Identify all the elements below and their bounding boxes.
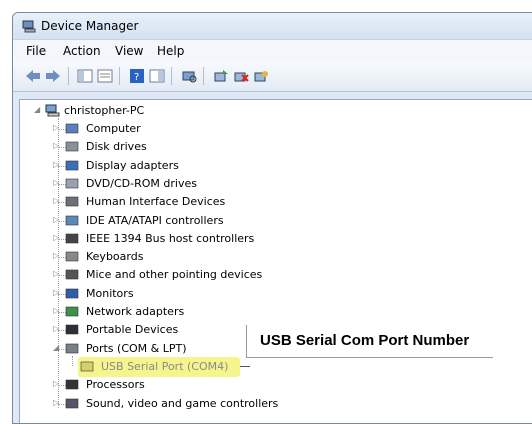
collapse-arrow-icon[interactable]: ◢ xyxy=(34,106,42,114)
tree-root[interactable]: ◢ christopher-PC xyxy=(34,102,234,120)
keyboard-icon xyxy=(65,251,79,262)
tree-item[interactable]: ▷ Human Interface Devices xyxy=(50,193,290,211)
expand-arrow-icon[interactable]: ▷ xyxy=(53,124,61,132)
tree-item-label: Monitors xyxy=(86,286,134,300)
tree-item-label: Portable Devices xyxy=(86,323,179,337)
mouse-icon xyxy=(65,270,79,280)
expand-arrow-icon[interactable]: ▷ xyxy=(53,142,61,150)
menu-help[interactable]: Help xyxy=(157,44,184,58)
tree-item-label: Human Interface Devices xyxy=(86,195,226,209)
tree-item-label: Network adapters xyxy=(86,305,185,318)
tree-item-label: IDE ATA/ATAPI controllers xyxy=(86,213,224,227)
show-hide-console-tree-icon[interactable] xyxy=(77,69,93,83)
ieee1394-icon xyxy=(65,233,79,244)
expand-arrow-icon[interactable]: ▷ xyxy=(53,160,61,169)
tree-item-label: DVD/CD-ROM drives xyxy=(86,176,197,190)
callout-box: USB Serial Com Port Number xyxy=(246,325,493,358)
port-icon xyxy=(65,343,79,353)
tree-item[interactable]: ▷ Keyboards xyxy=(50,248,290,266)
tree-item-label: Mice and other pointing devices xyxy=(86,268,263,282)
help-icon[interactable]: ? xyxy=(129,69,145,83)
expand-arrow-icon[interactable]: ▷ xyxy=(53,380,61,388)
collapse-arrow-icon[interactable]: ◢ xyxy=(53,343,61,352)
tree-item[interactable]: ▷ Display adapters xyxy=(50,157,290,175)
action-pane-icon[interactable] xyxy=(149,69,165,83)
tree-item-label: USB Serial Port (COM4) xyxy=(101,359,229,373)
toolbar-separator xyxy=(171,67,172,85)
tree-item[interactable]: ▷ IDE ATA/ATAPI controllers xyxy=(50,212,290,230)
expand-arrow-icon[interactable]: ▷ xyxy=(53,178,61,187)
uninstall-device-icon[interactable] xyxy=(253,69,269,83)
tree-item[interactable]: ▷ Disk drives xyxy=(50,138,290,156)
expand-arrow-icon[interactable]: ▷ xyxy=(53,215,61,224)
menu-file[interactable]: File xyxy=(26,44,46,58)
portable-device-icon xyxy=(65,324,79,335)
tree-item-label: Processors xyxy=(86,378,145,392)
expand-arrow-icon[interactable]: ▷ xyxy=(53,307,61,315)
tree-item-label: Disk drives xyxy=(86,140,147,154)
expand-arrow-icon[interactable]: ▷ xyxy=(53,398,61,407)
disable-device-icon[interactable] xyxy=(233,69,249,83)
update-driver-icon[interactable] xyxy=(213,69,229,83)
dvd-drive-icon xyxy=(65,178,79,189)
expand-arrow-icon[interactable]: ▷ xyxy=(53,252,61,260)
tree-item[interactable]: ▷ Computer xyxy=(50,120,290,138)
expand-arrow-icon[interactable]: ▷ xyxy=(53,270,61,278)
toolbar-separator xyxy=(119,67,120,85)
tree-item[interactable]: ▷ DVD/CD-ROM drives xyxy=(50,175,290,193)
properties-pane-icon[interactable] xyxy=(97,69,113,83)
computer-icon xyxy=(65,123,79,134)
device-manager-icon xyxy=(22,20,36,33)
computer-root-icon xyxy=(45,104,60,117)
usb-serial-port-icon xyxy=(80,361,94,372)
toolbar-separator xyxy=(203,67,204,85)
callout-pointer xyxy=(240,366,250,367)
expand-arrow-icon[interactable]: ▷ xyxy=(53,288,61,297)
tree-item-label: IEEE 1394 Bus host controllers xyxy=(86,231,255,245)
title-bar: Device Manager xyxy=(13,13,532,39)
menu-bar: File Action View Help xyxy=(13,39,532,62)
display-adapter-icon xyxy=(65,160,79,170)
ide-controller-icon xyxy=(65,215,79,225)
tree-item-label: Display adapters xyxy=(86,158,179,172)
tree-item-label: Computer xyxy=(86,122,141,135)
back-arrow-icon[interactable] xyxy=(25,69,41,83)
tree-item[interactable]: ▷ Monitors xyxy=(50,285,290,303)
tree-item-label: Keyboards xyxy=(86,250,144,264)
window-title: Device Manager xyxy=(41,19,139,33)
toolbar-separator xyxy=(68,67,69,85)
hid-icon xyxy=(65,196,79,207)
callout-label: USB Serial Com Port Number xyxy=(260,332,470,349)
menu-action[interactable]: Action xyxy=(63,44,101,58)
disk-drive-icon xyxy=(65,141,79,152)
scan-hardware-icon[interactable] xyxy=(181,69,197,83)
forward-arrow-icon[interactable] xyxy=(45,69,61,83)
svg-text:?: ? xyxy=(134,72,139,83)
tree-item[interactable]: ▷ Processors xyxy=(50,376,290,394)
expand-arrow-icon[interactable]: ▷ xyxy=(53,233,61,242)
tree-item[interactable]: ▷ Mice and other pointing devices xyxy=(50,266,290,284)
tree-root-label: christopher-PC xyxy=(64,104,145,117)
menu-view[interactable]: View xyxy=(115,44,143,58)
tree-item[interactable]: USB Serial Port (COM4) xyxy=(80,358,320,376)
expand-arrow-icon[interactable]: ▷ xyxy=(53,197,61,205)
monitor-icon xyxy=(65,288,79,298)
processor-icon xyxy=(65,379,79,390)
expand-arrow-icon[interactable]: ▷ xyxy=(53,325,61,333)
tree-item-label: Ports (COM & LPT) xyxy=(86,341,187,355)
tree-item[interactable]: ▷ Network adapters xyxy=(50,303,290,321)
toolbar: ? xyxy=(13,61,532,92)
network-adapter-icon xyxy=(65,306,79,317)
tree-item[interactable]: ▷ Sound, video and game controllers xyxy=(50,395,290,413)
tree-item[interactable]: ▷ IEEE 1394 Bus host controllers xyxy=(50,230,290,248)
